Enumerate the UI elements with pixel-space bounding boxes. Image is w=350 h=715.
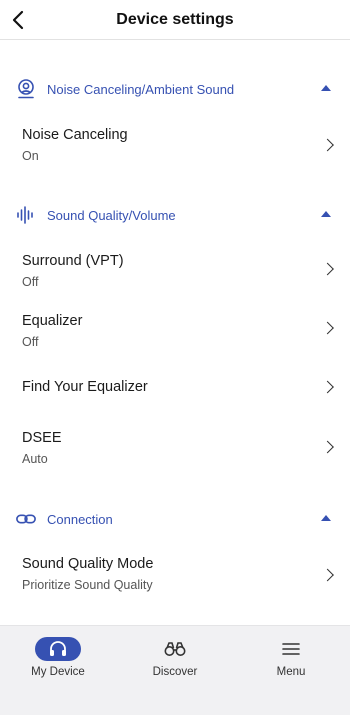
bottom-navigation: My Device Discover Menu xyxy=(0,625,350,715)
setting-row-noise-canceling[interactable]: Noise Canceling On xyxy=(0,113,350,177)
collapse-caret-icon[interactable] xyxy=(321,211,331,217)
nav-my-device[interactable]: My Device xyxy=(8,636,108,678)
section-header-noise-canceling[interactable]: Noise Canceling/Ambient Sound xyxy=(0,65,350,113)
setting-row-dsee[interactable]: DSEE Auto xyxy=(0,417,350,477)
header-bar: Device settings xyxy=(0,0,350,40)
setting-label: Equalizer xyxy=(22,313,83,329)
setting-label: Sound Quality Mode xyxy=(22,556,154,572)
nav-discover[interactable]: Discover xyxy=(125,636,225,678)
sound-wave-icon xyxy=(16,205,36,225)
page-title: Device settings xyxy=(116,11,234,28)
setting-row-equalizer[interactable]: Equalizer Off xyxy=(0,299,350,357)
nav-label: Discover xyxy=(152,666,198,678)
setting-label: Noise Canceling xyxy=(22,127,128,143)
setting-value: Off xyxy=(22,335,39,349)
section-title: Sound Quality/Volume xyxy=(47,207,176,223)
setting-label: DSEE xyxy=(22,430,62,446)
setting-value: Prioritize Sound Quality xyxy=(22,578,153,592)
section-header-sound-quality[interactable]: Sound Quality/Volume xyxy=(0,191,350,239)
collapse-caret-icon[interactable] xyxy=(321,515,331,521)
nav-menu[interactable]: Menu xyxy=(241,636,341,678)
nav-label: Menu xyxy=(276,666,306,678)
setting-label: Surround (VPT) xyxy=(22,253,124,269)
setting-row-find-your-equalizer[interactable]: Find Your Equalizer xyxy=(0,357,350,417)
setting-value: Off xyxy=(22,275,39,289)
binoculars-icon xyxy=(125,636,225,662)
setting-label: Find Your Equalizer xyxy=(22,379,148,395)
section-title: Noise Canceling/Ambient Sound xyxy=(47,81,235,97)
hamburger-icon xyxy=(241,636,341,662)
section-title: Connection xyxy=(47,511,113,527)
ambient-sound-icon xyxy=(16,79,36,99)
setting-value: Auto xyxy=(22,452,48,466)
setting-row-surround-vpt[interactable]: Surround (VPT) Off xyxy=(0,239,350,299)
setting-row-sound-quality-mode[interactable]: Sound Quality Mode Prioritize Sound Qual… xyxy=(0,543,350,607)
collapse-caret-icon[interactable] xyxy=(321,85,331,91)
nav-label: My Device xyxy=(31,666,85,678)
headphones-icon xyxy=(8,636,108,662)
setting-value: On xyxy=(22,149,39,163)
link-icon xyxy=(16,509,36,529)
section-header-connection[interactable]: Connection xyxy=(0,495,350,543)
